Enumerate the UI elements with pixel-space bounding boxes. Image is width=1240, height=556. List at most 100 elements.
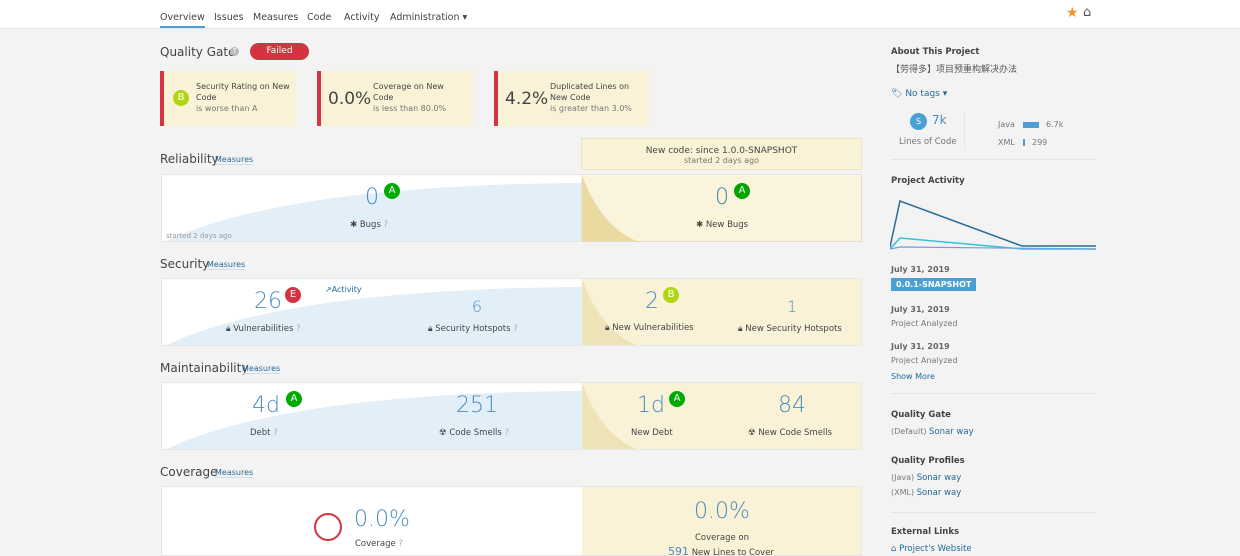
new-bugs-rating: A (734, 183, 750, 199)
quality-gate-status-badge: Failed (250, 43, 309, 60)
new-lines-label: New Lines to Cover (691, 548, 774, 556)
help-icon[interactable]: ? (513, 324, 518, 334)
tab-code[interactable]: Code (307, 12, 331, 23)
new-bugs-value[interactable]: 0 (707, 185, 737, 210)
profile-link-java[interactable]: Sonar way (917, 473, 962, 483)
tab-measures[interactable]: Measures (253, 12, 298, 23)
help-icon[interactable]: ? (398, 539, 403, 549)
qg-condition-duplications[interactable]: 4.2% Duplicated Lines on New Code is great… (494, 71, 649, 126)
home-icon[interactable]: ⌂ (1083, 5, 1091, 20)
help-icon[interactable]: ? (505, 428, 510, 438)
security-card: 26 E ↗Activity 🔒︎ Vulnerabilities ? 6 🔒︎… (161, 278, 862, 346)
new-coverage-label: Coverage on (695, 533, 750, 543)
event-date: July 31, 2019 (891, 342, 950, 351)
coverage-measures-link[interactable]: Measures (215, 468, 254, 478)
bugs-value[interactable]: 0 (357, 185, 387, 210)
lock-icon: 🔒︎ (605, 323, 610, 333)
security-title: Security (160, 257, 210, 271)
tab-administration[interactable]: Administration ▾ (390, 12, 467, 23)
language-value: 299 (1032, 138, 1048, 147)
project-website-link[interactable]: ⌂ Project's Website (891, 544, 972, 554)
help-icon[interactable]: ? (273, 428, 278, 438)
external-links-title: External Links (891, 527, 960, 537)
version-badge: 0.0.1-SNAPSHOT (891, 278, 977, 291)
activity-title: Project Activity (891, 176, 965, 186)
language-bar-java (1023, 122, 1039, 128)
help-icon[interactable]: ? (296, 324, 301, 334)
tab-overview[interactable]: Overview (160, 12, 205, 28)
security-measures-link[interactable]: Measures (207, 260, 246, 270)
debt-rating: A (286, 391, 302, 407)
new-code-title: New code: since 1.0.0-SNAPSHOT (645, 146, 798, 156)
show-more-link[interactable]: Show More (891, 372, 935, 381)
activity-sparkline (890, 199, 1096, 250)
trend-icon: ↗ (325, 285, 332, 294)
reliability-measures-link[interactable]: Measures (215, 155, 254, 165)
website-label: Project's Website (899, 544, 972, 554)
coverage-card: 0.0% Coverage ? 0.0% Coverage on 591 New… (161, 486, 862, 556)
code-smell-icon: ☢ (748, 428, 756, 438)
language-name: XML (998, 138, 1015, 147)
condition-detail: is less than 80.0% (373, 104, 447, 113)
coverage-donut-icon (314, 513, 342, 541)
new-code-subtitle: started 2 days ago (683, 156, 760, 165)
debt-label: Debt (250, 428, 271, 438)
new-hotspots-value[interactable]: 1 (777, 297, 807, 316)
profile-link-xml[interactable]: Sonar way (917, 488, 962, 498)
bug-icon: ✱ (696, 220, 704, 230)
rating-badge: B (173, 90, 189, 106)
quality-gate-title: Quality Gate (160, 45, 236, 59)
help-icon[interactable]: ? (230, 47, 239, 56)
event-text: Project Analyzed (891, 319, 958, 328)
help-icon[interactable]: ? (384, 220, 389, 230)
condition-value: 0.0% (328, 89, 372, 109)
tags-dropdown[interactable]: 🏷︎ No tags ▾ (891, 89, 947, 99)
vulnerabilities-label: Vulnerabilities (233, 324, 294, 334)
code-smell-icon: ☢ (439, 428, 447, 438)
qg-condition-coverage[interactable]: 0.0% Coverage on New Code is less than 80.… (317, 71, 473, 126)
code-smells-value[interactable]: 251 (452, 393, 502, 418)
qg-condition-security-rating[interactable]: B Security Rating on New Code is worse tha… (160, 71, 296, 126)
lock-icon: 🔒︎ (738, 324, 743, 334)
condition-title: Duplicated Lines on (550, 82, 630, 91)
size-badge: S (910, 113, 927, 130)
language-value: 6.7k (1046, 120, 1064, 129)
activity-link[interactable]: ↗Activity (325, 285, 362, 294)
reliability-card: 0 A ✱ Bugs ? started 2 days ago 0 A ✱ Ne… (161, 174, 862, 242)
condition-title-2: Code (196, 93, 217, 102)
condition-value: 4.2% (505, 89, 549, 109)
new-vulnerabilities-label: New Vulnerabilities (612, 323, 694, 333)
condition-title: Coverage on New (373, 82, 444, 91)
coverage-value[interactable]: 0.0% (352, 507, 412, 532)
quality-gate-link[interactable]: Sonar way (929, 427, 974, 437)
new-code-smells-value[interactable]: 84 (772, 393, 812, 418)
tags-label: No tags (905, 89, 940, 99)
vulnerabilities-value[interactable]: 26 (250, 289, 286, 314)
maintainability-measures-link[interactable]: Measures (242, 364, 281, 374)
condition-title: Security Rating on New (196, 82, 290, 91)
language-name: Java (998, 120, 1015, 129)
project-name: 【劳得多】项目预重构解决办法 (891, 65, 1018, 75)
language-bar-xml (1023, 139, 1025, 146)
profile-language: (XML) (891, 488, 915, 497)
loc-value[interactable]: 7k (932, 113, 947, 127)
event-text: Project Analyzed (891, 356, 958, 365)
caret-down-icon: ▾ (462, 12, 468, 23)
event-date: July 31, 2019 (891, 265, 950, 274)
coverage-title: Coverage (160, 465, 218, 479)
bugs-rating: A (384, 183, 400, 199)
vulnerabilities-rating: E (285, 287, 301, 303)
new-debt-value[interactable]: 1d (635, 393, 667, 418)
debt-value[interactable]: 4d (248, 393, 284, 418)
new-coverage-value[interactable]: 0.0% (692, 499, 752, 524)
reliability-title: Reliability (160, 152, 219, 166)
tab-issues[interactable]: Issues (214, 12, 244, 23)
tab-activity[interactable]: Activity (344, 12, 380, 23)
profile-language: (Java) (891, 473, 915, 482)
quality-profiles-title: Quality Profiles (891, 456, 965, 466)
tag-icon: 🏷︎ (891, 89, 903, 99)
star-icon[interactable]: ★ (1066, 5, 1079, 21)
hotspots-value[interactable]: 6 (462, 297, 492, 316)
new-debt-rating: A (669, 391, 685, 407)
about-title: About This Project (891, 47, 980, 57)
